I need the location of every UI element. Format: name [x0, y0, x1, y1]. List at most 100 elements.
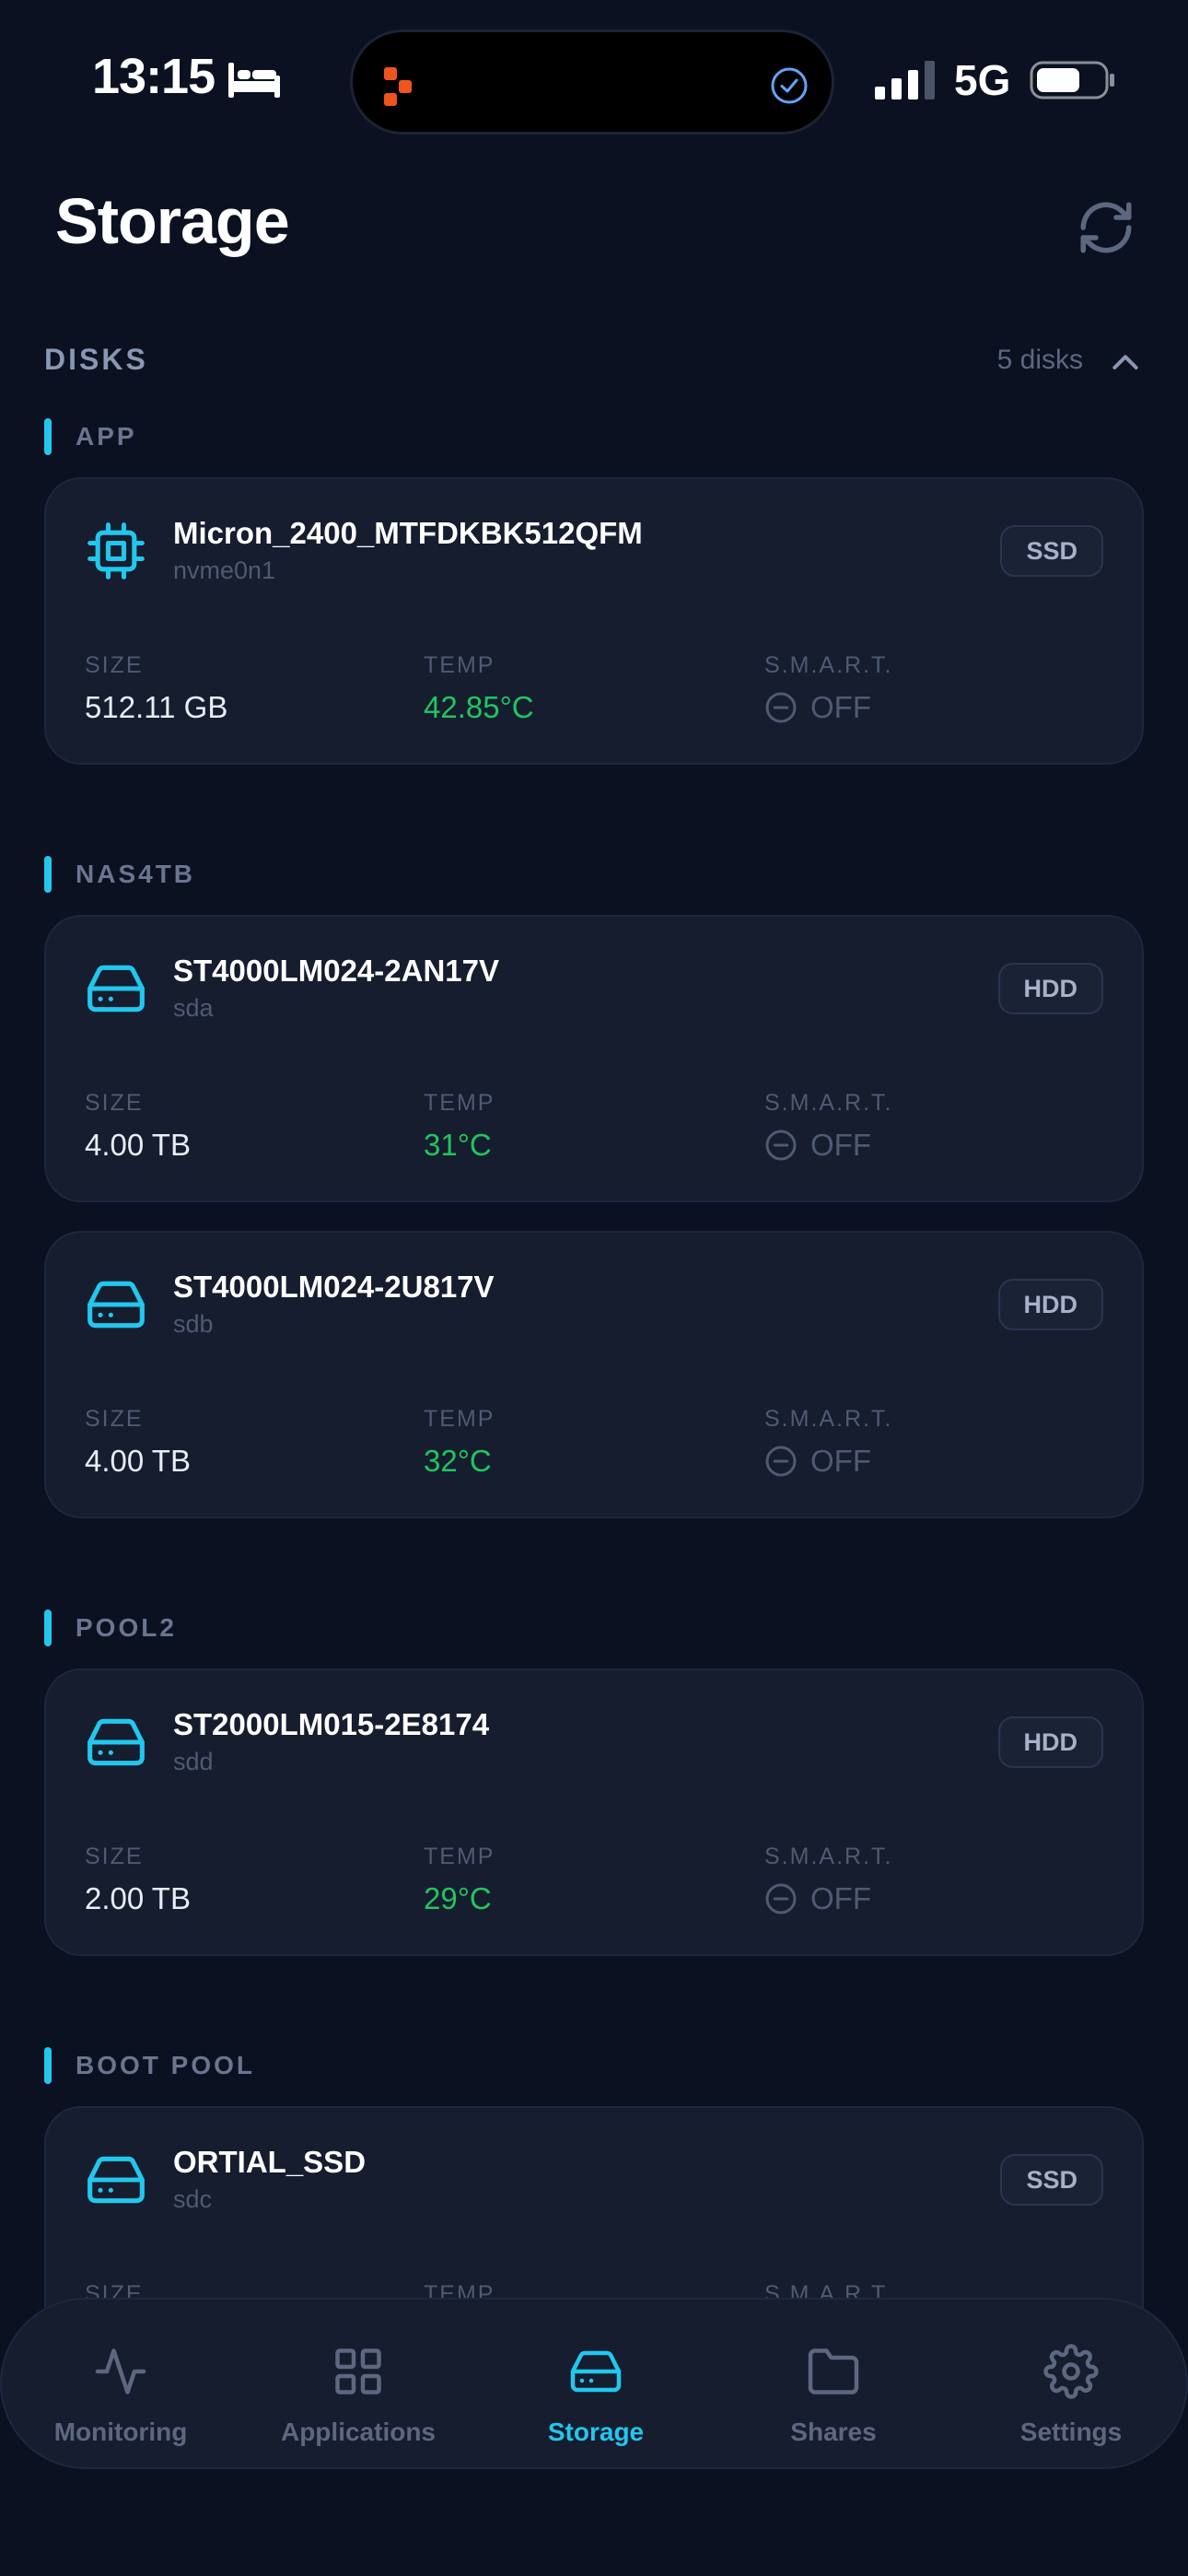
minus-circle-icon: [765, 1446, 797, 1477]
grid-icon: [335, 2348, 381, 2395]
tab-label: Monitoring: [53, 2418, 188, 2446]
group-accent-bar: [44, 2047, 52, 2084]
smart-value: OFF: [810, 1881, 871, 1915]
temp-value: 32°C: [424, 1444, 492, 1478]
cellular-signal-icon: [875, 61, 935, 100]
minus-circle-icon: [765, 1883, 797, 1914]
group-label-text: APP: [76, 422, 137, 451]
tab-label: Applications: [280, 2418, 436, 2446]
disk-device: sdb: [173, 1310, 214, 1338]
hard-drive-icon: [87, 1718, 145, 1766]
disk-name: ST4000LM024-2U817V: [173, 1270, 495, 1304]
sleep-focus-icon: [228, 63, 280, 98]
size-value: 2.00 TB: [85, 1881, 191, 1915]
refresh-icon[interactable]: [1076, 197, 1136, 258]
smart-status: OFF: [764, 1128, 892, 1163]
group-accent-bar: [44, 1610, 52, 1646]
size-label: SIZE: [85, 652, 144, 678]
hard-drive-icon: [87, 2156, 145, 2204]
hard-drive-icon: [570, 2350, 622, 2393]
page-title: Storage: [55, 185, 290, 257]
smart-stat: S.M.A.R.T. OFF: [764, 1406, 892, 1479]
disk-count: 5 disks: [996, 345, 1083, 375]
smart-status: OFF: [764, 1881, 892, 1916]
status-time: 13:15: [92, 49, 215, 104]
minus-circle-icon: [765, 1130, 797, 1161]
smart-stat: S.M.A.R.T. OFF: [764, 1844, 892, 1916]
tab-label: Storage: [547, 2418, 645, 2446]
group-label-text: BOOT POOL: [76, 2051, 255, 2079]
smart-label: S.M.A.R.T.: [764, 1090, 893, 1116]
network-type: 5G: [954, 56, 1011, 104]
temp-stat: TEMP 31°C: [424, 1090, 495, 1163]
app-activity-icon: [384, 67, 412, 106]
temp-value: 29°C: [424, 1881, 492, 1915]
hard-drive-icon: [87, 1281, 145, 1329]
size-stat: SIZE 4.00 TB: [85, 1406, 191, 1479]
temp-value: 42.85°C: [424, 690, 534, 724]
size-value: 4.00 TB: [85, 1128, 191, 1162]
size-label: SIZE: [85, 1844, 144, 1869]
smart-label: S.M.A.R.T.: [764, 1844, 893, 1869]
disk-card[interactable]: ST2000LM015-2E8174 sdd HDD SIZE 2.00 TB …: [44, 1669, 1144, 1956]
tab-shares[interactable]: Shares: [715, 2300, 952, 2471]
disk-name: Micron_2400_MTFDKBK512QFM: [173, 516, 643, 550]
disks-label: DISKS: [44, 343, 148, 376]
disk-card[interactable]: ST4000LM024-2U817V sdb HDD SIZE 4.00 TB …: [44, 1231, 1144, 1518]
temp-stat: TEMP 29°C: [424, 1844, 495, 1916]
group-label-text: POOL2: [76, 1613, 177, 1642]
activity-icon: [95, 2348, 146, 2395]
disk-device: sdd: [173, 1748, 214, 1775]
disks-section-header[interactable]: DISKS 5 disks: [44, 337, 1144, 392]
temp-stat: TEMP 42.85°C: [424, 652, 534, 725]
tab-label: Settings: [1019, 2418, 1123, 2446]
smart-label: S.M.A.R.T.: [764, 652, 893, 678]
disk-name: ORTIAL_SSD: [173, 2145, 367, 2179]
disk-type-badge: HDD: [997, 1716, 1103, 1768]
temp-label: TEMP: [424, 652, 495, 678]
group-accent-bar: [44, 418, 52, 455]
chip-icon: [87, 522, 145, 580]
size-label: SIZE: [85, 1406, 144, 1432]
disk-name: ST4000LM024-2AN17V: [173, 954, 500, 988]
disk-type-badge: HDD: [997, 1279, 1103, 1330]
group-accent-bar: [44, 856, 52, 893]
disk-card[interactable]: ST4000LM024-2AN17V sda HDD SIZE 4.00 TB …: [44, 915, 1144, 1202]
tab-storage[interactable]: Storage: [477, 2300, 715, 2471]
tab-applications[interactable]: Applications: [239, 2300, 477, 2471]
smart-value: OFF: [810, 690, 871, 724]
size-label: SIZE: [85, 1090, 144, 1116]
size-stat: SIZE 512.11 GB: [85, 652, 227, 725]
minus-circle-icon: [765, 692, 797, 723]
chevron-up-icon[interactable]: [1107, 345, 1144, 381]
disk-device: sda: [173, 994, 214, 1022]
tab-settings[interactable]: Settings: [952, 2300, 1188, 2471]
size-value: 512.11 GB: [85, 690, 228, 724]
smart-status: OFF: [764, 1444, 892, 1479]
hard-drive-icon: [87, 965, 145, 1013]
disk-name: ST2000LM015-2E8174: [173, 1707, 490, 1741]
temp-label: TEMP: [424, 1406, 495, 1432]
disk-card[interactable]: Micron_2400_MTFDKBK512QFM nvme0n1 SSD SI…: [44, 477, 1144, 765]
smart-value: OFF: [810, 1128, 871, 1162]
disk-device: sdc: [173, 2185, 213, 2213]
temp-value: 31°C: [424, 1128, 492, 1162]
disk-device: nvme0n1: [173, 556, 276, 584]
tab-label: Shares: [790, 2418, 877, 2446]
disk-type-badge: SSD: [1000, 525, 1103, 577]
group-label-text: NAS4TB: [76, 860, 196, 888]
gear-icon: [1043, 2344, 1099, 2399]
check-circle-icon: [771, 67, 808, 104]
tab-monitoring[interactable]: Monitoring: [2, 2300, 239, 2471]
smart-value: OFF: [810, 1444, 871, 1478]
smart-status: OFF: [764, 690, 892, 725]
battery-icon: [1030, 61, 1114, 100]
dynamic-island[interactable]: [350, 29, 834, 135]
disk-type-badge: HDD: [997, 963, 1103, 1014]
folder-icon: [808, 2348, 859, 2395]
smart-label: S.M.A.R.T.: [764, 1406, 893, 1432]
tab-bar: Monitoring Applications Storage Shares S…: [0, 2298, 1188, 2469]
storage-screen: 13:15 5G Storage DISKS 5 disks APP Micro…: [0, 0, 1188, 2576]
temp-stat: TEMP 32°C: [424, 1406, 495, 1479]
status-bar: 13:15 5G: [0, 0, 1188, 161]
